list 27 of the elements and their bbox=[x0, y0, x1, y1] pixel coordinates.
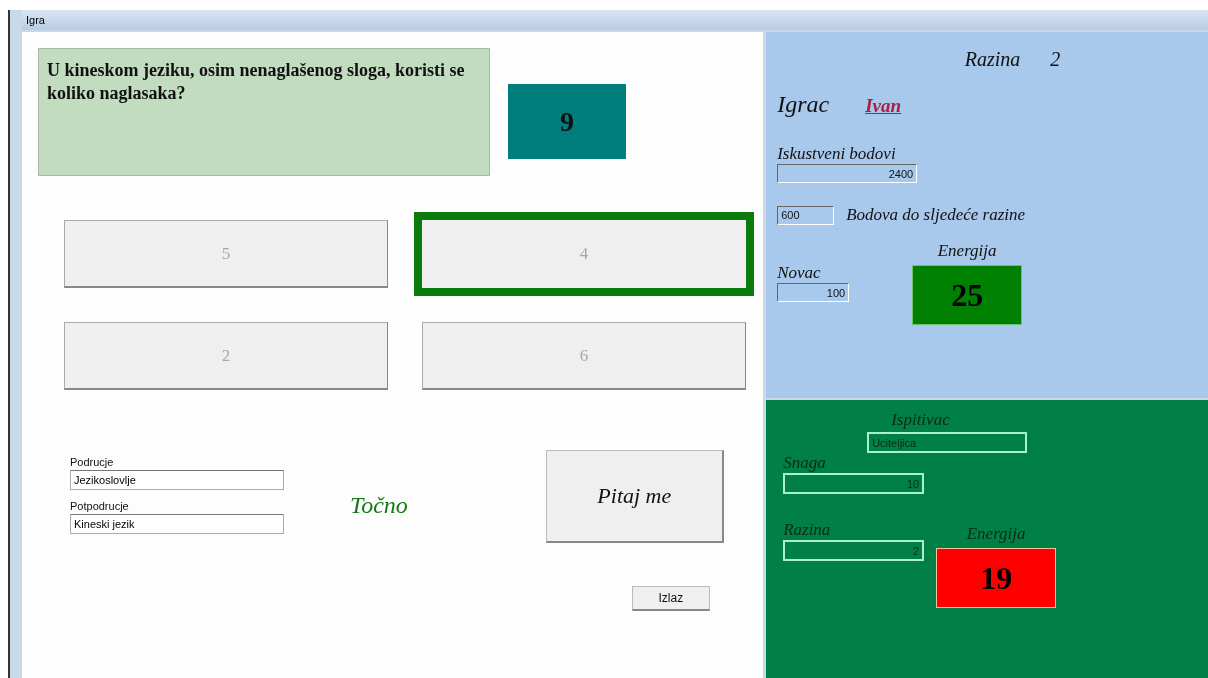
energy-display: 19 bbox=[936, 548, 1057, 608]
level-label: Razina bbox=[783, 520, 831, 540]
strength-label: Snaga bbox=[783, 453, 826, 473]
level-value: 2 bbox=[1050, 48, 1061, 71]
player-name: Ivan bbox=[865, 95, 902, 117]
xp-field[interactable]: 2400 bbox=[777, 164, 918, 183]
xp-label: Iskustveni bodovi bbox=[777, 144, 896, 164]
exit-button[interactable]: Izlaz bbox=[631, 586, 710, 611]
result-text: Točno bbox=[350, 492, 408, 519]
timer-display: 9 bbox=[508, 84, 626, 159]
points-field[interactable]: 600 bbox=[777, 205, 835, 225]
field-label: Podrucje bbox=[70, 456, 115, 468]
field-label: Potpodrucje bbox=[70, 500, 130, 512]
ask-button[interactable]: Pitaj me bbox=[545, 450, 724, 543]
money-label: Novac bbox=[777, 263, 821, 283]
energy-label: Energija bbox=[966, 524, 1026, 544]
window-title: Igra bbox=[26, 14, 45, 26]
input-field[interactable]: Jezikoslovlje bbox=[70, 470, 284, 490]
points-label: Bodova do sljedeće razine bbox=[846, 205, 1026, 225]
energy-label: Energija bbox=[937, 241, 997, 261]
energy-display: 25 bbox=[912, 265, 1023, 325]
level-label: Razina bbox=[964, 48, 1021, 71]
examiner-label: Ispitivac bbox=[891, 410, 950, 430]
input-field[interactable]: Kineski jezik bbox=[70, 514, 284, 534]
player-label: Igrac bbox=[777, 91, 830, 118]
money-field[interactable]: 100 bbox=[777, 283, 850, 302]
question-text: U kineskom jeziku, osim nenaglašenog sloga, koristi se koliko naglasaka? bbox=[38, 48, 490, 176]
